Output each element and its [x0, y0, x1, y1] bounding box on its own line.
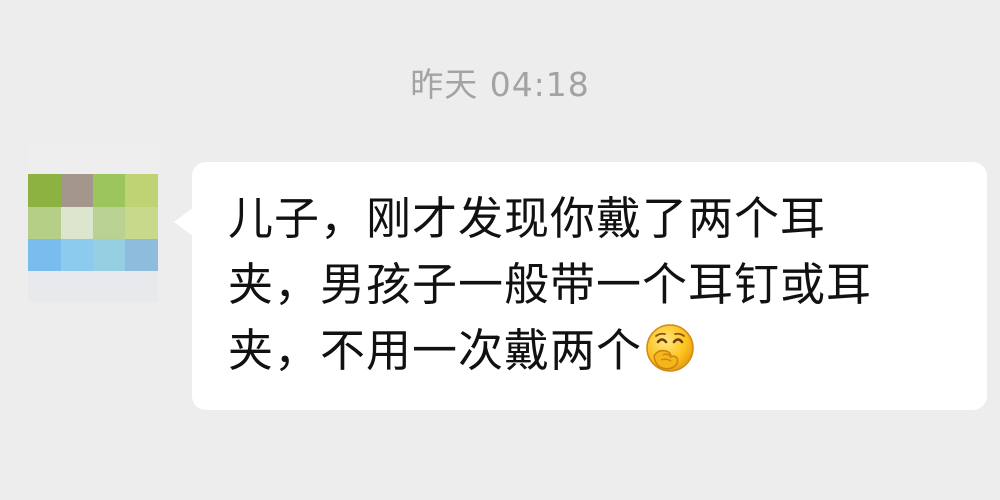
message-timestamp: 昨天 04:18 [410, 65, 590, 104]
message-line-text: 夹，不用一次戴两个 [228, 324, 643, 377]
sender-avatar[interactable] [28, 142, 158, 302]
message-bubble[interactable]: 儿子，刚才发现你戴了两个耳 夹，男孩子一般带一个耳钉或耳 夹，不用一次戴两个 [172, 162, 987, 410]
bubble-tail [174, 207, 194, 237]
message-line: 儿子，刚才发现你戴了两个耳 [228, 192, 827, 245]
message-text: 儿子，刚才发现你戴了两个耳 夹，男孩子一般带一个耳钉或耳 夹，不用一次戴两个 [228, 186, 968, 392]
message-line: 夹，不用一次戴两个 [228, 318, 968, 392]
bubble-body: 儿子，刚才发现你戴了两个耳 夹，男孩子一般带一个耳钉或耳 夹，不用一次戴两个 [192, 162, 987, 410]
message-line: 夹，男孩子一般带一个耳钉或耳 [228, 258, 873, 311]
giggle-face-emoji-icon [644, 322, 696, 392]
